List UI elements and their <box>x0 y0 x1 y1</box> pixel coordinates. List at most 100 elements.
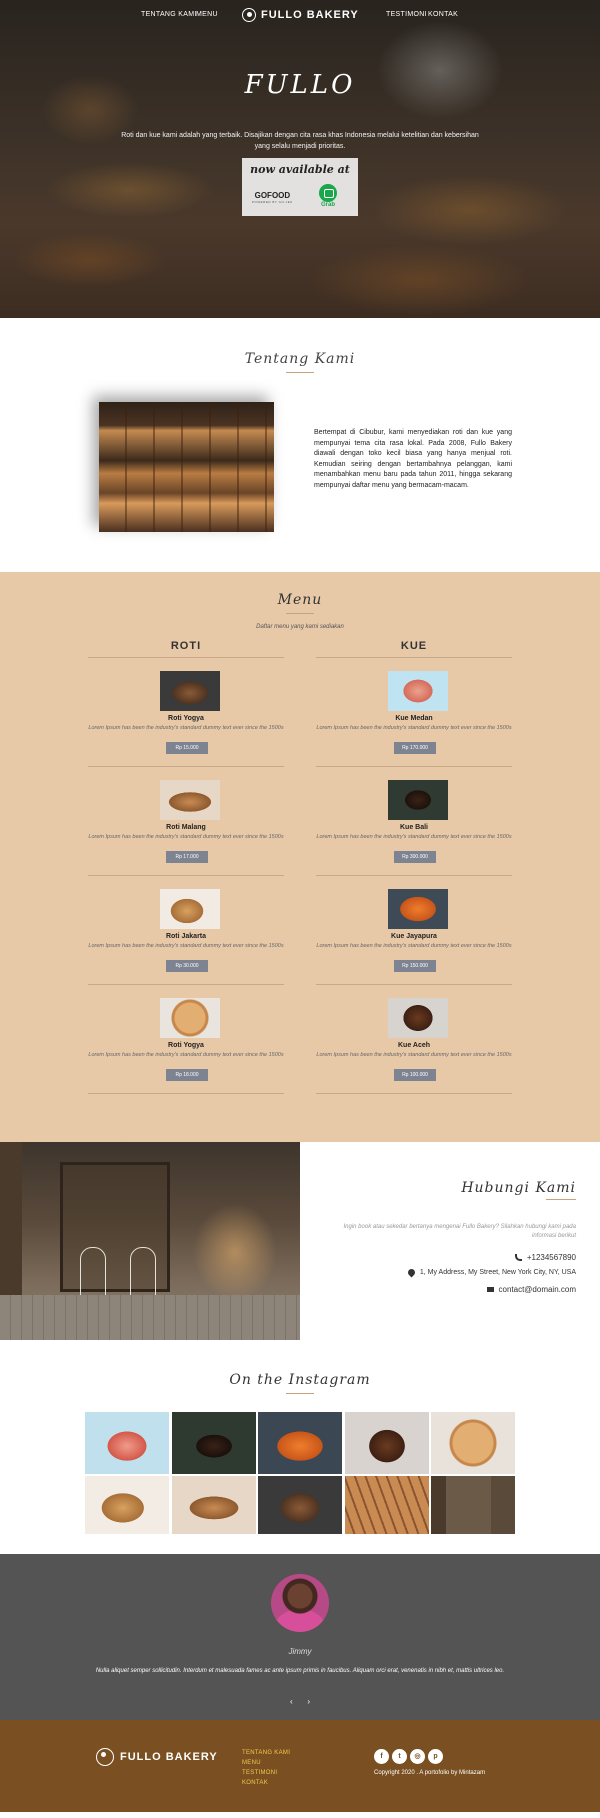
instagram-icon[interactable]: ◎ <box>410 1749 425 1764</box>
brand-name: FULLO BAKERY <box>261 9 359 21</box>
chair <box>130 1247 156 1297</box>
instagram-photo[interactable] <box>345 1476 429 1534</box>
bakery-logo-icon <box>242 8 256 22</box>
menu-item: Kue Jayapura Lorem Ipsum has been the in… <box>316 876 512 985</box>
grab-logo[interactable]: Grab <box>316 184 340 208</box>
menu-item: Roti Malang Lorem Ipsum has been the ind… <box>88 767 284 876</box>
menu-item: Roti Yogya Lorem Ipsum has been the indu… <box>88 658 284 767</box>
contact-phone[interactable]: +1234567890 <box>514 1253 576 1262</box>
footer-link-kontak[interactable]: KONTAK <box>242 1778 290 1788</box>
footer: FULLO BAKERY TENTANG KAMI MENU TESTIMONI… <box>0 1720 600 1812</box>
grab-text: Grab <box>320 202 335 208</box>
instagram-photo[interactable] <box>258 1476 342 1534</box>
footer-link-tentang[interactable]: TENTANG KAMI <box>242 1748 290 1758</box>
pavement <box>0 1295 300 1340</box>
instagram-photo[interactable] <box>172 1476 256 1534</box>
instagram-photo[interactable] <box>172 1412 256 1474</box>
kue-photo <box>388 671 448 711</box>
instagram-section: On the Instagram <box>0 1340 600 1554</box>
menu-title: Menu <box>277 592 323 608</box>
about-section: Tentang Kami Bertempat di Cibubur, kami … <box>0 318 600 572</box>
contact-intro: Ingin book atau sekedar bertanya mengena… <box>343 1224 577 1239</box>
roti-photo <box>160 780 220 820</box>
item-name: Kue Jayapura <box>391 933 437 940</box>
kue-photo <box>388 780 448 820</box>
nav-link-kontak[interactable]: KONTAK <box>428 11 458 18</box>
carousel-controls: ‹ › <box>290 1697 310 1706</box>
kue-photo <box>388 889 448 929</box>
instagram-photo[interactable] <box>431 1412 515 1474</box>
twitter-icon[interactable]: t <box>392 1749 407 1764</box>
bakery-logo-icon <box>96 1748 114 1766</box>
price-button[interactable]: Rp 17.000 <box>166 851 208 863</box>
roti-heading: ROTI <box>88 640 284 658</box>
delivery-partners-box: now available at GOFOOD POWERED BY GO-JE… <box>242 158 358 216</box>
gofood-text: GOFOOD <box>254 191 291 200</box>
bakery-display-photo <box>99 402 274 532</box>
item-name: Roti Jakarta <box>165 933 207 940</box>
instagram-photo[interactable] <box>85 1412 169 1474</box>
email-text: contact@domain.com <box>498 1285 577 1294</box>
instagram-photo[interactable] <box>345 1412 429 1474</box>
pinterest-icon[interactable]: p <box>428 1749 443 1764</box>
hero-title: FULLO <box>244 70 356 100</box>
copyright-text: Copyright 2020 . A portofolio by Mintaza… <box>374 1770 486 1776</box>
footer-brand-name: FULLO BAKERY <box>120 1751 218 1763</box>
phone-icon <box>514 1254 522 1261</box>
price-button[interactable]: Rp 150.000 <box>394 960 436 972</box>
menu-item: Kue Medan Lorem Ipsum has been the indus… <box>316 658 512 767</box>
chair <box>80 1247 106 1297</box>
kue-photo <box>388 998 448 1038</box>
menu-item: Roti Yogya Lorem Ipsum has been the indu… <box>88 985 284 1094</box>
nav-link-menu[interactable]: MENU <box>196 11 218 18</box>
testimonial-name: Jimmy <box>288 1647 312 1656</box>
contact-section: Hubungi Kami Ingin book atau sekedar ber… <box>0 1142 600 1340</box>
brand-logo[interactable]: FULLO BAKERY <box>242 8 359 22</box>
price-button[interactable]: Rp 170.000 <box>394 742 436 754</box>
instagram-photo[interactable] <box>85 1476 169 1534</box>
instagram-photo[interactable] <box>431 1476 515 1534</box>
item-description: Lorem Ipsum has been the industry's stan… <box>88 834 284 840</box>
item-name: Roti Malang <box>166 824 206 831</box>
nav-link-testimoni[interactable]: TESTIMONI <box>386 11 427 18</box>
chevron-left-icon[interactable]: ‹ <box>290 1697 293 1706</box>
envelope-icon <box>486 1287 494 1292</box>
address-text: 1, My Address, My Street, New York City,… <box>419 1269 576 1276</box>
bakery-storefront-photo <box>0 1142 300 1340</box>
item-name: Kue Aceh <box>397 1042 431 1049</box>
contact-email[interactable]: contact@domain.com <box>486 1285 577 1294</box>
roti-photo <box>160 998 220 1038</box>
instagram-photo[interactable] <box>258 1412 342 1474</box>
menu-item: Roti Jakarta Lorem Ipsum has been the in… <box>88 876 284 985</box>
item-name: Kue Medan <box>395 715 433 722</box>
gofood-logo[interactable]: GOFOOD POWERED BY GO-JEK <box>252 191 293 204</box>
item-description: Lorem Ipsum has been the industry's stan… <box>316 834 512 840</box>
menu-item: Kue Aceh Lorem Ipsum has been the indust… <box>316 985 512 1094</box>
hero-tagline: Roti dan kue kami adalah yang terbaik. D… <box>121 132 479 150</box>
price-button[interactable]: Rp 18.000 <box>166 1069 208 1081</box>
nav-link-tentang[interactable]: TENTANG KAMI <box>141 11 197 18</box>
price-button[interactable]: Rp 100.000 <box>394 1069 436 1081</box>
item-name: Kue Bali <box>399 824 428 831</box>
hero-section: TENTANG KAMI MENU FULLO BAKERY TESTIMONI… <box>0 0 600 318</box>
facebook-icon[interactable]: f <box>374 1749 389 1764</box>
item-description: Lorem Ipsum has been the industry's stan… <box>316 1052 512 1058</box>
avatar <box>271 1574 329 1632</box>
grab-icon <box>319 184 337 202</box>
chevron-right-icon[interactable]: › <box>307 1697 310 1706</box>
footer-brand[interactable]: FULLO BAKERY <box>96 1748 218 1766</box>
item-name: Roti Yogya <box>168 1042 204 1049</box>
price-button[interactable]: Rp 300.000 <box>394 851 436 863</box>
instagram-title: On the Instagram <box>229 1372 371 1388</box>
map-pin-icon <box>406 1267 417 1278</box>
footer-links: TENTANG KAMI MENU TESTIMONI KONTAK <box>242 1748 290 1788</box>
footer-link-testimoni[interactable]: TESTIMONI <box>242 1768 290 1778</box>
price-button[interactable]: Rp 30.000 <box>166 960 208 972</box>
price-button[interactable]: Rp 15.000 <box>166 742 208 754</box>
menu-section: Menu Daftar menu yang kami sediakan ROTI… <box>0 572 600 1142</box>
available-label: now available at <box>250 163 350 176</box>
roti-column: ROTI Roti Yogya Lorem Ipsum has been the… <box>88 640 284 1094</box>
item-description: Lorem Ipsum has been the industry's stan… <box>88 943 284 949</box>
phone-number: +1234567890 <box>526 1253 576 1262</box>
footer-link-menu[interactable]: MENU <box>242 1758 290 1768</box>
